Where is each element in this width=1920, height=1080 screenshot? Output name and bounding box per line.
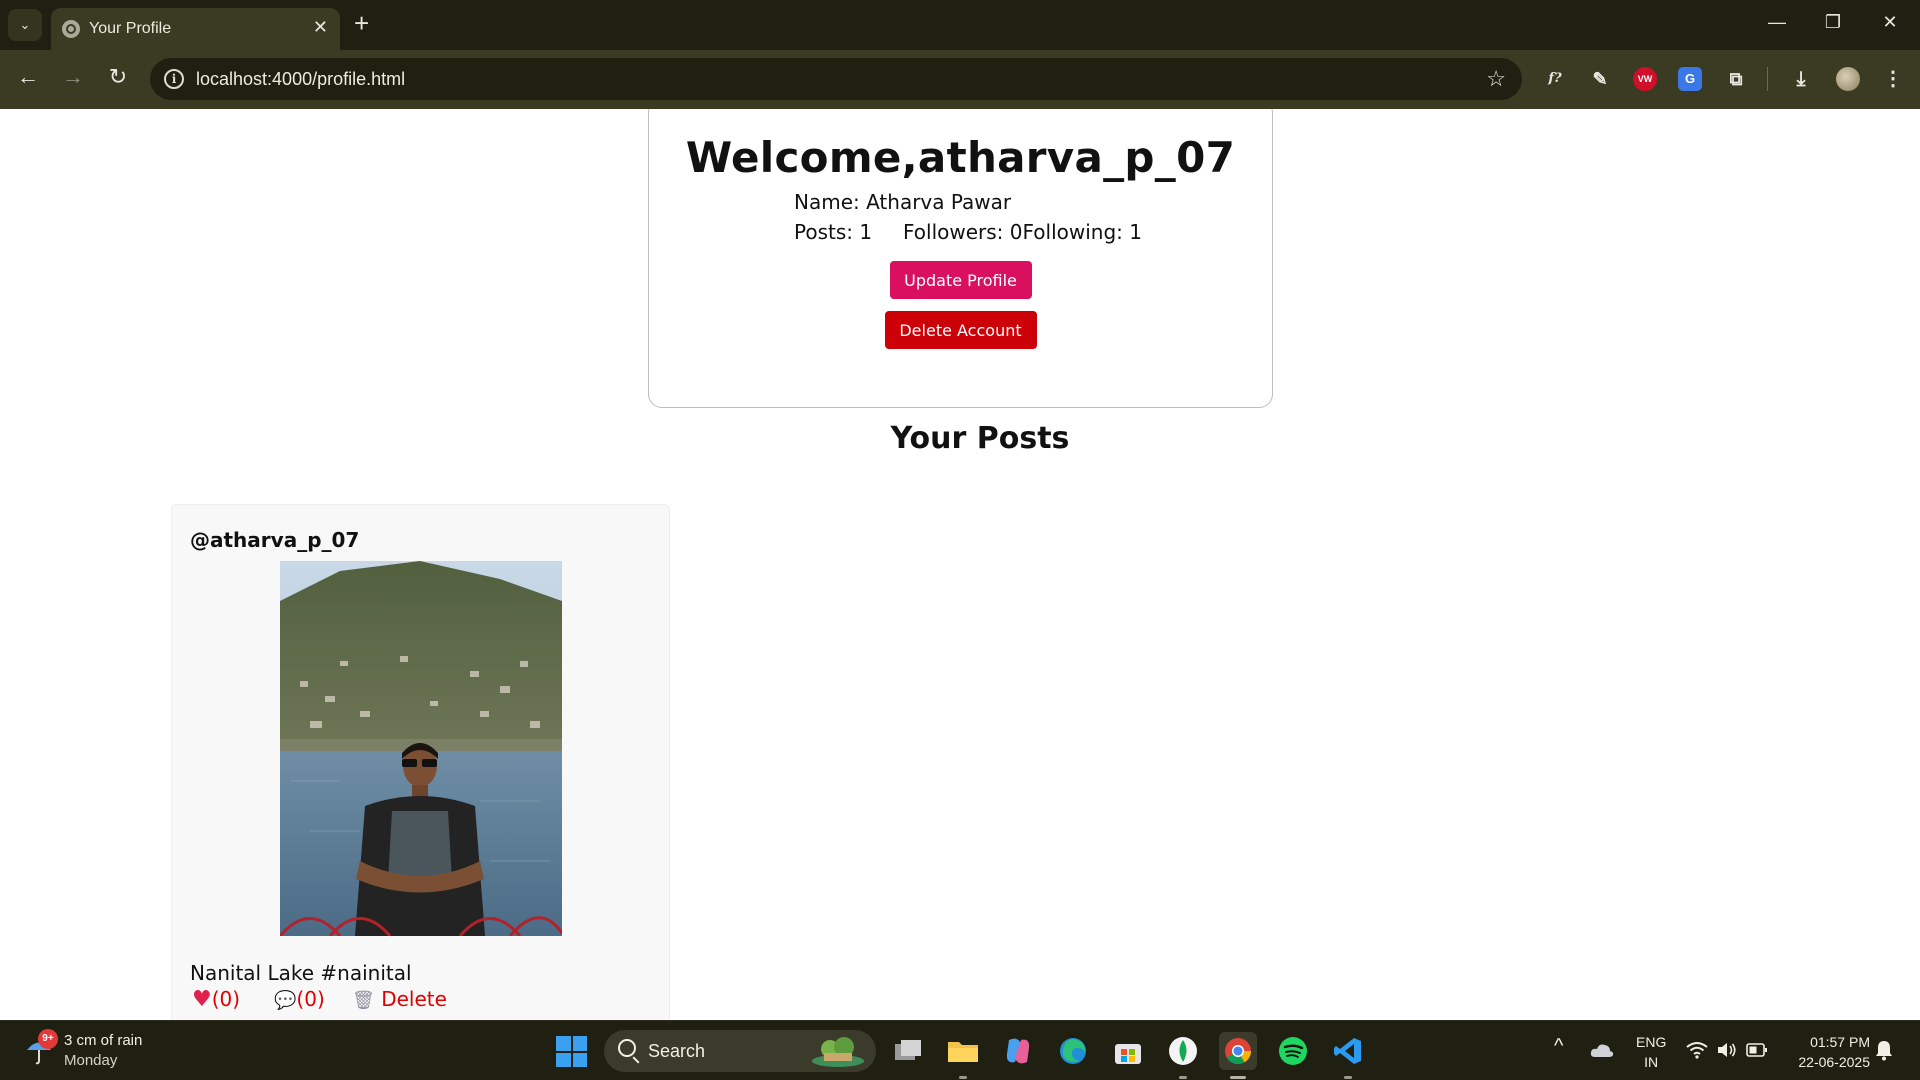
onedrive-cloud-icon[interactable] (1590, 1041, 1614, 1059)
comment-bubble-icon: 💬 (274, 990, 297, 1011)
url-text[interactable]: localhost:4000/profile.html (196, 69, 405, 90)
battery-icon[interactable] (1746, 1042, 1768, 1058)
weather-day[interactable]: Monday (64, 1052, 117, 1069)
like-count: (0) (211, 987, 241, 1011)
vscode-icon[interactable] (1329, 1032, 1367, 1079)
language-indicator[interactable]: ENG IN (1636, 1032, 1666, 1072)
restore-icon[interactable]: ❐ (1821, 12, 1845, 33)
task-view-icon[interactable] (889, 1032, 927, 1070)
system-clock[interactable]: 01:57 PM 22-06-2025 (1780, 1032, 1870, 1072)
browser-toolbar: ← → ↻ i localhost:4000/profile.html ☆ f?… (0, 50, 1920, 109)
extensions-puzzle-icon[interactable]: ⧉ (1724, 67, 1748, 91)
trash-icon: 🗑 (352, 990, 375, 1011)
profile-name: Name: Atharva Pawar (794, 190, 1012, 214)
profile-avatar-icon[interactable] (1836, 67, 1860, 91)
comment-count: (0) (296, 987, 325, 1011)
windows-taskbar: 9+ 3 cm of rain Monday Search ^ ENG IN 0… (0, 1020, 1920, 1080)
close-icon[interactable]: ✕ (313, 17, 328, 38)
post-image[interactable] (280, 561, 562, 936)
site-info-icon[interactable]: i (164, 69, 184, 89)
region-code: IN (1644, 1054, 1659, 1070)
reload-icon[interactable]: ↻ (103, 64, 133, 90)
welcome-heading: Welcome,atharva_p_07 (685, 133, 1236, 182)
new-tab-button[interactable]: + (354, 10, 369, 36)
mongodb-compass-icon[interactable] (1164, 1032, 1202, 1079)
translate-icon[interactable]: G (1678, 67, 1702, 91)
notification-bell-icon[interactable] (1874, 1039, 1894, 1061)
clock-time: 01:57 PM (1810, 1034, 1870, 1050)
post-caption: Nanital Lake #nainital (190, 961, 412, 985)
chevron-down-icon: ⌄ (19, 17, 31, 32)
menu-kebab-icon[interactable]: ⋮ (1881, 67, 1905, 91)
comment-button[interactable]: 💬(0) (274, 987, 325, 1011)
search-icon (618, 1039, 636, 1057)
update-profile-button[interactable]: Update Profile (889, 261, 1032, 299)
post-card: @atharva_p_07 Nanital Lake #nainital ♥(0… (171, 504, 670, 1020)
lake-portrait-photo (280, 561, 562, 936)
weather-summary[interactable]: 3 cm of rain (64, 1032, 142, 1049)
back-icon[interactable]: ← (13, 64, 43, 90)
language-code: ENG (1636, 1034, 1667, 1050)
tab-your-profile[interactable]: Your Profile ✕ (51, 8, 340, 50)
tray-chevron-up-icon[interactable]: ^ (1554, 1035, 1563, 1058)
edge-browser-icon[interactable] (1054, 1032, 1092, 1070)
spotify-icon[interactable] (1274, 1032, 1312, 1070)
forward-icon[interactable]: → (58, 64, 88, 90)
search-highlight-icon (812, 1037, 864, 1067)
profile-card: Welcome,atharva_p_07 Name: Atharva Pawar… (648, 109, 1273, 408)
download-icon[interactable]: ⤓ (1789, 67, 1813, 91)
toolbar-divider (1767, 67, 1768, 91)
like-button[interactable]: ♥(0) (192, 987, 240, 1012)
chrome-icon[interactable] (1219, 1032, 1257, 1079)
browser-tab-bar: ⌄ Your Profile ✕ + — ❐ ✕ (0, 0, 1920, 50)
bookmark-star-icon[interactable]: ☆ (1486, 66, 1506, 92)
heart-icon: ♥ (192, 987, 212, 1012)
close-window-icon[interactable]: ✕ (1878, 12, 1902, 33)
post-username[interactable]: @atharva_p_07 (190, 528, 359, 552)
wifi-icon[interactable] (1686, 1041, 1708, 1059)
vw-extension-icon[interactable]: VW (1633, 67, 1657, 91)
page-content: Welcome,atharva_p_07 Name: Atharva Pawar… (0, 109, 1920, 1020)
volume-icon[interactable] (1716, 1041, 1738, 1059)
clock-date: 22-06-2025 (1798, 1054, 1870, 1070)
fontface-ninja-icon[interactable]: f? (1543, 67, 1567, 91)
file-explorer-icon[interactable] (944, 1032, 982, 1079)
copilot-icon[interactable] (999, 1032, 1037, 1070)
weather-alert-badge: 9+ (38, 1029, 58, 1049)
tab-search-button[interactable]: ⌄ (8, 9, 42, 41)
address-bar[interactable]: i localhost:4000/profile.html ☆ (150, 58, 1522, 100)
delete-post-button[interactable]: 🗑 Delete (352, 987, 447, 1011)
minimize-icon[interactable]: — (1765, 12, 1789, 33)
microsoft-store-icon[interactable] (1109, 1032, 1147, 1070)
delete-post-label: Delete (381, 987, 447, 1011)
posts-count: Posts: 1 (794, 220, 873, 244)
follow-counts: Followers: 0Following: 1 (903, 220, 1142, 244)
globe-icon (62, 20, 80, 38)
windows-start-icon[interactable] (556, 1036, 587, 1067)
taskbar-search-label: Search (648, 1041, 706, 1061)
your-posts-heading: Your Posts (890, 421, 1070, 456)
color-picker-icon[interactable]: ✎ (1588, 67, 1612, 91)
delete-account-button[interactable]: Delete Account (884, 311, 1037, 349)
tab-title: Your Profile (89, 20, 172, 37)
taskbar-search-box[interactable]: Search (604, 1030, 876, 1072)
